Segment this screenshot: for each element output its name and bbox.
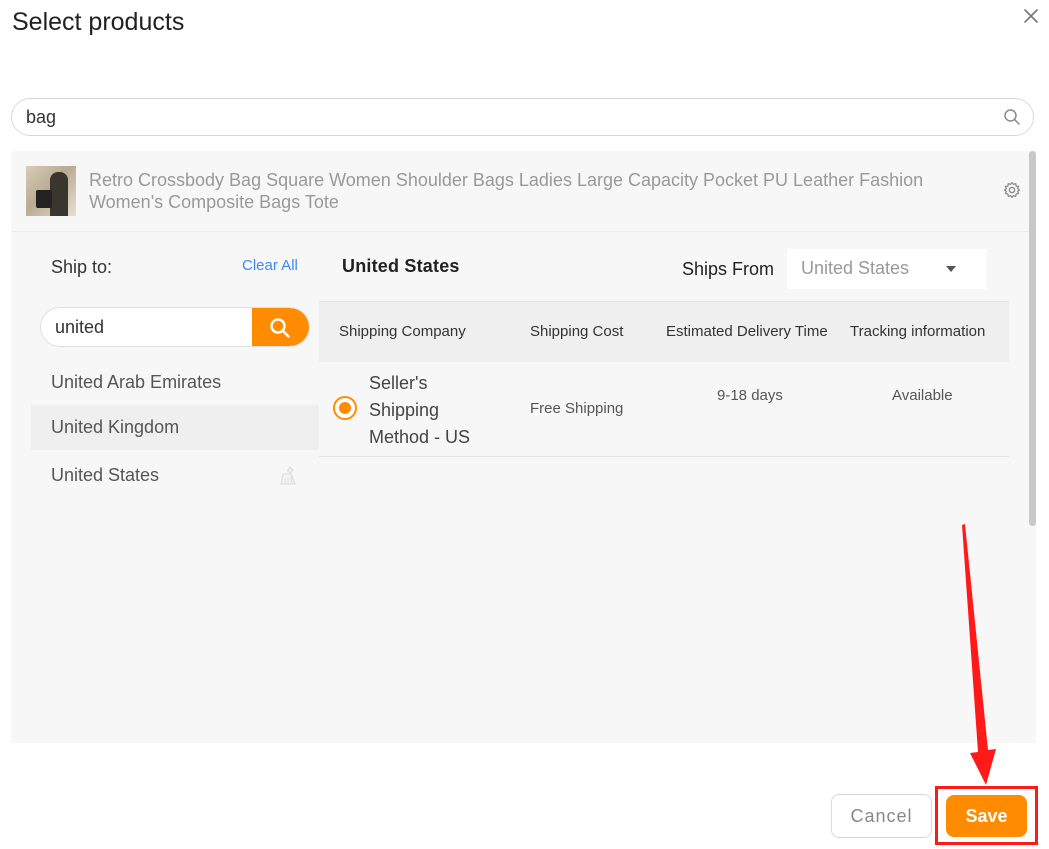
country-item-united-kingdom[interactable]: United Kingdom <box>31 405 319 450</box>
dialog-title: Select products <box>12 8 185 36</box>
search-icon <box>270 318 290 338</box>
product-title: Retro Crossbody Bag Square Women Shoulde… <box>89 170 924 212</box>
shipping-cost: Free Shipping <box>530 400 624 417</box>
country-item-united-arab-emirates[interactable]: United Arab Emirates <box>31 360 319 405</box>
shipping-method-radio[interactable] <box>333 396 357 420</box>
country-search-input[interactable] <box>55 308 245 346</box>
country-search-box <box>40 307 310 347</box>
shipping-company: Seller's Shipping Method - US <box>369 373 471 447</box>
annotation-arrow <box>962 524 996 785</box>
country-name: United Arab Emirates <box>51 372 222 392</box>
search-icon[interactable] <box>1003 108 1021 126</box>
product-thumbnail <box>26 166 76 216</box>
column-header-shipping-cost: Shipping Cost <box>530 323 624 340</box>
country-item-united-states[interactable]: United States <box>31 453 319 498</box>
country-name: United States <box>51 465 160 485</box>
product-search-box <box>11 98 1034 136</box>
column-header-shipping-company: Shipping Company <box>339 323 466 340</box>
country-name: United Kingdom <box>51 417 180 437</box>
gear-icon[interactable] <box>1003 181 1021 199</box>
table-row[interactable]: Seller's Shipping Method - US Free Shipp… <box>319 362 1009 457</box>
clear-all-link[interactable]: Clear All <box>242 257 298 274</box>
ship-to-label: Ship to: <box>51 257 113 277</box>
product-search-input[interactable] <box>26 99 986 135</box>
ships-from-label: Ships From <box>682 259 775 279</box>
tracking-info: Available <box>892 387 953 404</box>
brush-icon[interactable] <box>278 465 300 487</box>
column-header-delivery-time: Estimated Delivery Time <box>666 323 828 340</box>
scrollbar-thumb[interactable] <box>1029 151 1036 526</box>
save-button[interactable]: Save <box>946 795 1027 837</box>
close-icon <box>1024 9 1038 23</box>
cancel-button[interactable]: Cancel <box>831 794 932 838</box>
panel-scrollbar[interactable] <box>1029 151 1036 743</box>
delivery-time: 9-18 days <box>717 387 783 404</box>
selected-country-title: United States <box>342 256 460 276</box>
ships-from-value: United States <box>801 258 910 278</box>
close-button[interactable] <box>1017 2 1045 30</box>
shipping-table-header: Shipping Company Shipping Cost Estimated… <box>319 301 1009 362</box>
caret-down-icon <box>946 266 956 272</box>
country-search-button[interactable] <box>252 308 309 346</box>
product-row: Retro Crossbody Bag Square Women Shoulde… <box>11 151 1036 232</box>
column-header-tracking: Tracking information <box>850 323 986 340</box>
ships-from-select[interactable]: United States <box>787 249 986 289</box>
